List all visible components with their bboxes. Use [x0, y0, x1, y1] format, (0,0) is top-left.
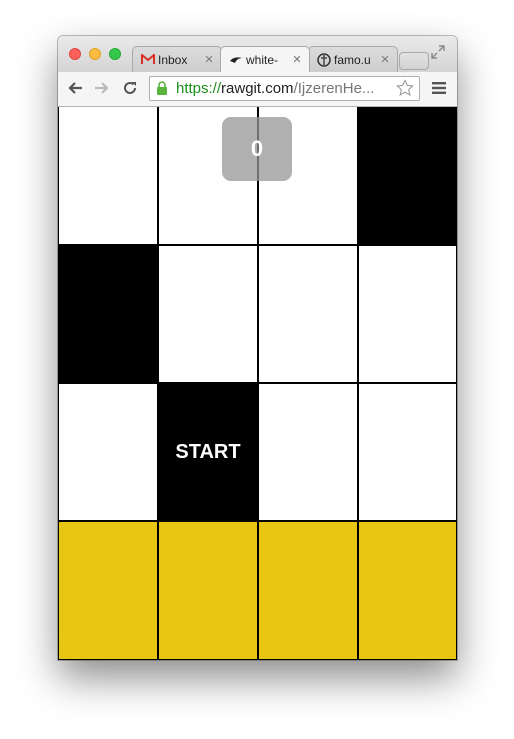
white-tile[interactable] — [359, 246, 456, 382]
white-tile[interactable] — [159, 246, 257, 382]
tab-label: famo.u — [334, 52, 371, 67]
tab-inbox[interactable]: Inbox ✕ — [132, 46, 222, 72]
url-scheme: https:// — [176, 80, 222, 97]
yellow-tile[interactable] — [59, 522, 157, 659]
white-tile[interactable] — [359, 384, 456, 520]
tab-famous[interactable]: famo.u ✕ — [308, 46, 398, 72]
minimize-window-button[interactable] — [89, 48, 101, 60]
gmail-icon — [141, 53, 155, 67]
bookmark-star-icon[interactable] — [395, 78, 415, 98]
new-tab-button[interactable] — [399, 52, 429, 70]
browser-toolbar: https://rawgit.com/IjzerenHe... — [58, 72, 457, 107]
yellow-tile[interactable] — [159, 522, 257, 659]
close-icon[interactable]: ✕ — [202, 53, 216, 66]
url-path: /IjzerenHe... — [293, 80, 375, 97]
tab-white-tiles[interactable]: white- ✕ — [220, 46, 310, 72]
black-tile[interactable] — [59, 246, 157, 382]
address-bar[interactable]: https://rawgit.com/IjzerenHe... — [149, 76, 420, 101]
title-bar: Inbox ✕ white- ✕ famo.u ✕ — [58, 36, 457, 72]
yellow-tile[interactable] — [259, 522, 357, 659]
white-tile[interactable] — [59, 107, 157, 244]
fullscreen-icon[interactable] — [430, 44, 446, 60]
close-icon[interactable]: ✕ — [378, 53, 392, 66]
white-tile[interactable] — [259, 384, 357, 520]
reload-icon[interactable] — [120, 78, 140, 98]
start-tile[interactable]: START — [159, 384, 257, 520]
tile-game-icon — [229, 53, 243, 67]
white-tile[interactable] — [59, 384, 157, 520]
zoom-window-button[interactable] — [109, 48, 121, 60]
close-icon[interactable]: ✕ — [290, 53, 304, 66]
forward-arrow-icon[interactable] — [92, 78, 112, 98]
close-window-button[interactable] — [69, 48, 81, 60]
yellow-tile[interactable] — [359, 522, 456, 659]
famous-icon — [317, 52, 331, 67]
browser-window: Inbox ✕ white- ✕ famo.u ✕ https:// rawgi… — [58, 36, 457, 660]
game-board: START 0 — [58, 107, 457, 660]
back-arrow-icon[interactable] — [65, 78, 85, 98]
menu-icon[interactable] — [429, 78, 449, 98]
tab-label: Inbox — [158, 52, 188, 67]
black-tile[interactable] — [359, 107, 456, 244]
lock-icon — [156, 81, 172, 96]
tab-label: white- — [246, 52, 279, 67]
score-badge: 0 — [222, 117, 292, 181]
url-host: rawgit.com — [221, 80, 294, 97]
start-label: START — [175, 440, 241, 463]
white-tile[interactable] — [259, 246, 357, 382]
